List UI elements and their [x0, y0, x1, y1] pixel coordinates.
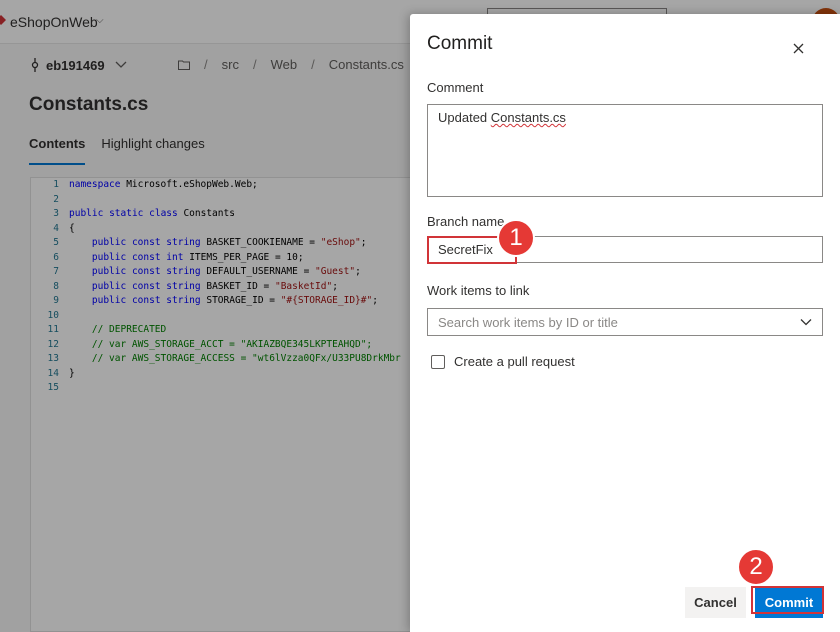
commit-button[interactable]: Commit [755, 587, 823, 618]
work-items-placeholder: Search work items by ID or title [438, 314, 618, 330]
comment-text-word-misspelled: Constants.cs [490, 110, 566, 125]
branch-name-input[interactable]: SecretFix [427, 236, 823, 263]
branch-name-value: SecretFix [438, 242, 493, 257]
comment-textarea[interactable]: Updated Constants.cs [427, 104, 823, 197]
commit-dialog: Commit Comment Updated Constants.cs Bran… [410, 14, 840, 632]
step-badge: 1 [497, 219, 535, 257]
create-pull-request-row[interactable]: Create a pull request [431, 354, 575, 369]
comment-label: Comment [427, 80, 484, 95]
step-badge: 2 [737, 548, 775, 586]
cancel-button[interactable]: Cancel [685, 587, 746, 618]
dialog-title: Commit [427, 33, 493, 54]
branch-name-label: Branch name [427, 214, 505, 229]
close-icon [793, 43, 803, 53]
create-pull-request-checkbox[interactable] [431, 354, 445, 369]
comment-text-word: Updated [438, 110, 488, 125]
chevron-down-icon[interactable] [800, 317, 812, 327]
work-items-dropdown[interactable]: Search work items by ID or title [427, 308, 823, 336]
work-items-label: Work items to link [427, 283, 530, 298]
create-pull-request-label: Create a pull request [454, 354, 575, 369]
close-button[interactable] [788, 38, 808, 58]
